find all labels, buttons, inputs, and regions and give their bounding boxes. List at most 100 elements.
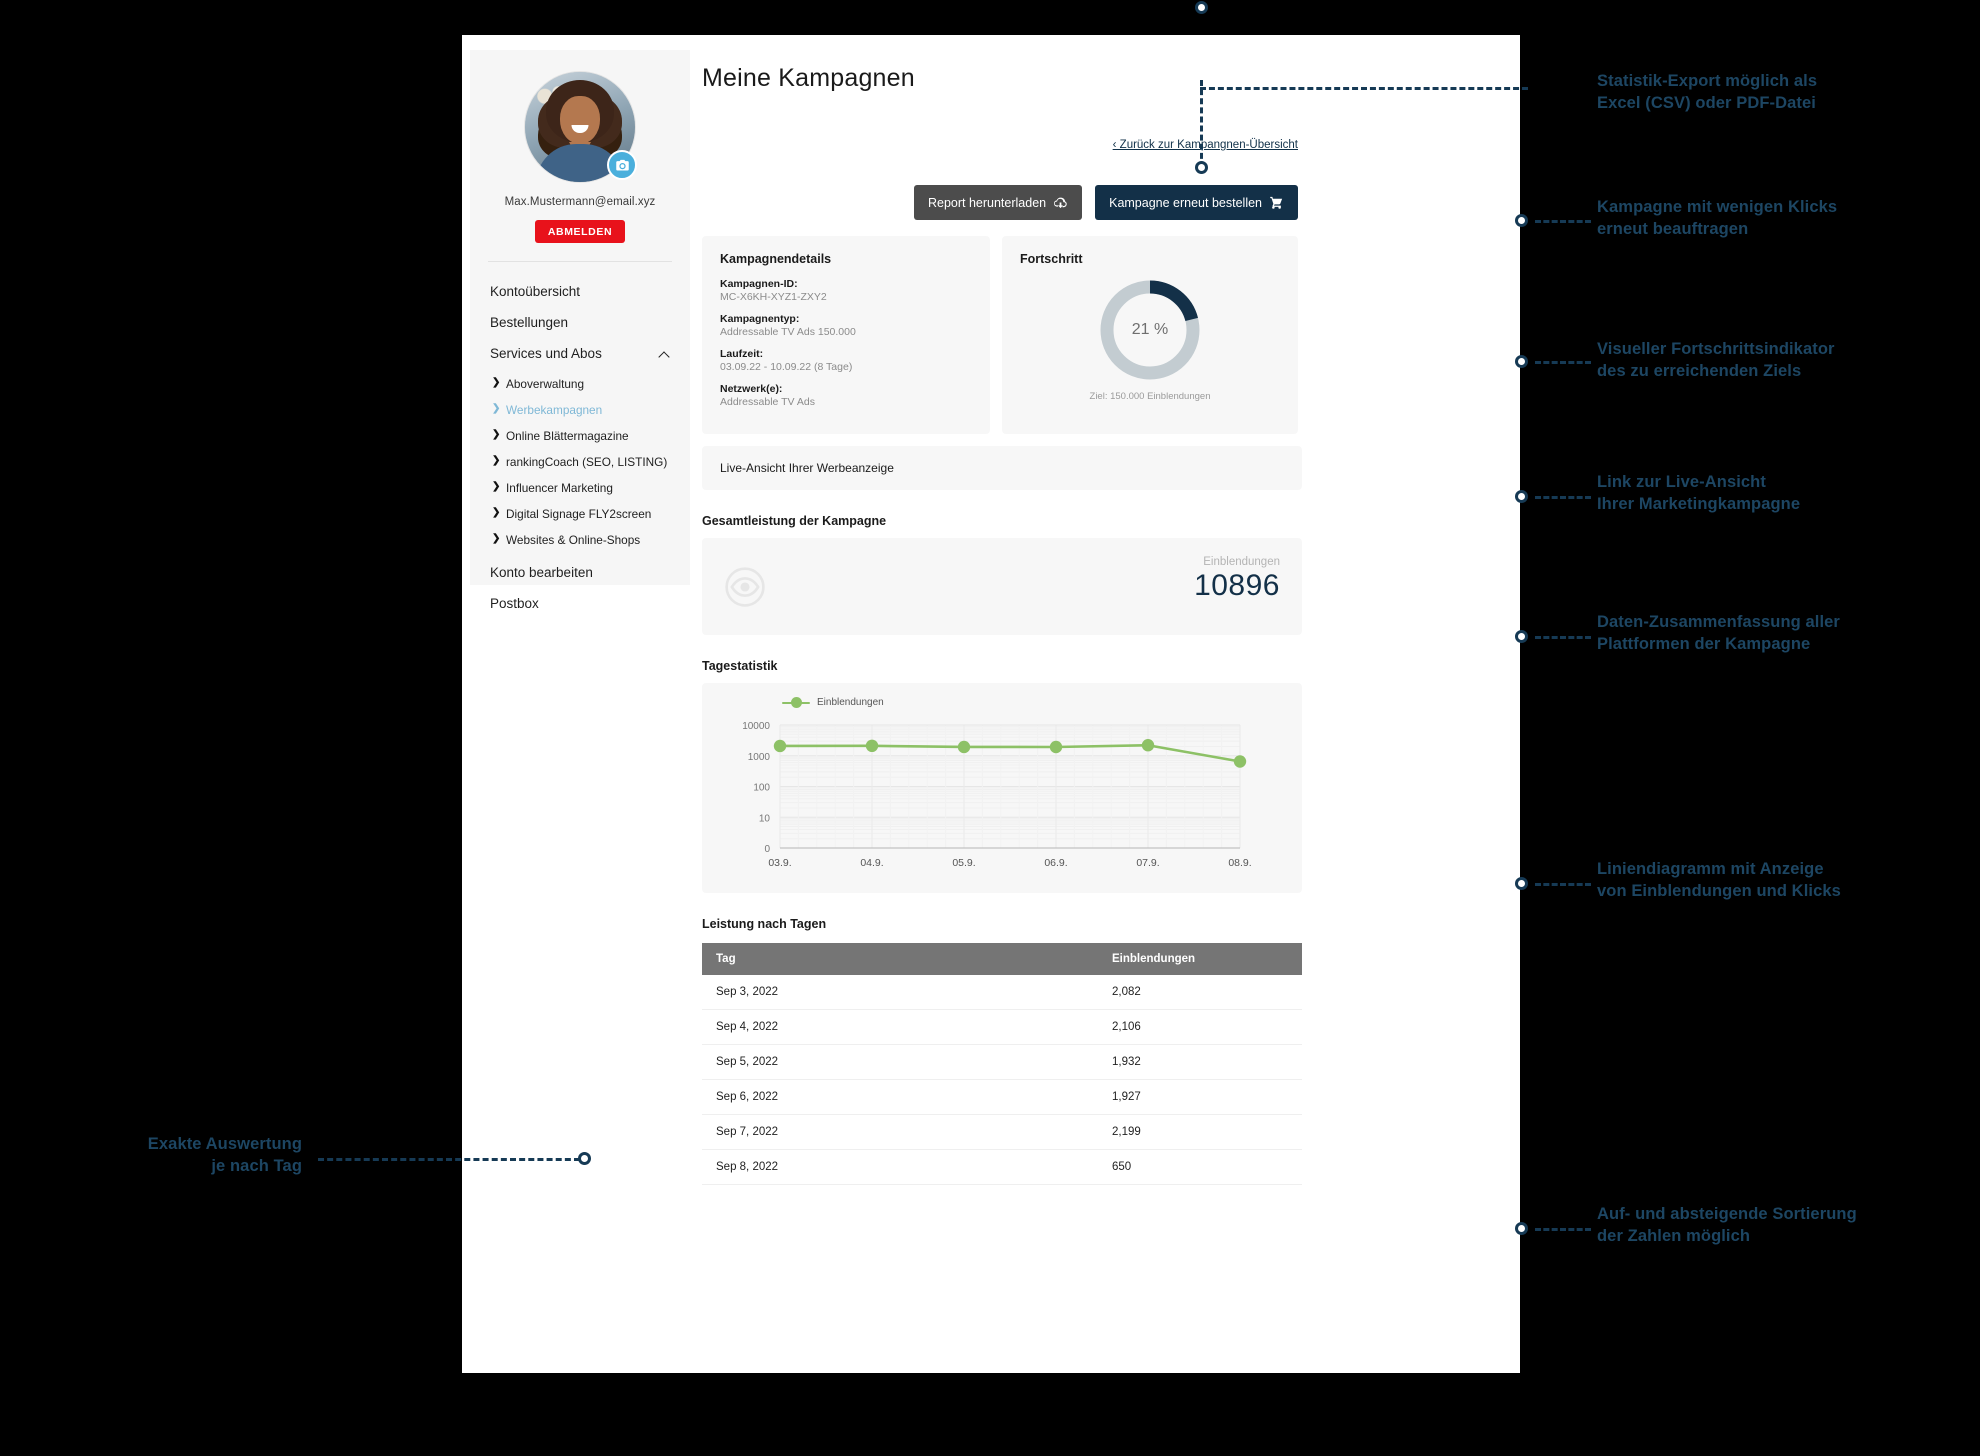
action-button-row: Report herunterladen Kampagne erneut bes… <box>702 185 1302 220</box>
sidebar-subnav: Aboverwaltung Werbekampagnen Online Blät… <box>470 369 690 557</box>
campaign-details-card: Kampagnendetails Kampagnen-ID: MC-X6KH-X… <box>702 236 990 434</box>
annotation-dot-progress <box>1515 355 1528 368</box>
avatar-wrap <box>525 72 637 182</box>
sidebar-subitem-digital-signage[interactable]: Digital Signage FLY2screen <box>470 501 690 527</box>
detail-key: Kampagnentyp: <box>720 313 800 325</box>
data-point[interactable] <box>865 739 879 753</box>
sidebar-subitem-aboverwaltung[interactable]: Aboverwaltung <box>470 371 690 397</box>
y-axis-tick: 1000 <box>748 752 771 763</box>
annotation-dot-export-end <box>1195 161 1208 174</box>
sidebar-item-konto-bearbeiten[interactable]: Konto bearbeiten <box>470 557 690 588</box>
download-report-button[interactable]: Report herunterladen <box>913 185 1083 220</box>
daily-statistics-label: Tagestatistik <box>702 659 778 673</box>
progress-card: Fortschritt 21 % Ziel: 150.000 Einblendu… <box>1002 236 1298 434</box>
progress-donut-wrap: 21 % Ziel: 150.000 Einblendungen <box>1020 278 1280 402</box>
table-row: Sep 5, 2022 1,932 <box>702 1044 1302 1080</box>
data-point[interactable] <box>1233 755 1247 768</box>
column-header-tag[interactable]: Tag <box>702 943 1098 975</box>
cell-day: Sep 4, 2022 <box>702 1009 1098 1045</box>
logout-button[interactable]: ABMELDEN <box>534 220 626 243</box>
annotation-dot-sorting <box>1515 1222 1528 1235</box>
main-content: Meine Kampagnen ‹ Zurück zur Kampangnen-… <box>702 50 1302 1185</box>
detail-key: Netzwerk(e): <box>720 383 783 395</box>
x-axis-tick: 07.9. <box>1136 857 1159 869</box>
x-axis-tick: 04.9. <box>860 857 883 869</box>
detail-value: Addressable TV Ads <box>720 396 815 408</box>
annotation-line-summary <box>1535 636 1591 639</box>
data-point[interactable] <box>957 740 971 754</box>
y-axis-tick: 0 <box>764 844 770 855</box>
annotation-line-export-v <box>1200 80 1203 168</box>
cell-impressions: 2,082 <box>1098 975 1302 1010</box>
daily-statistics-chart: Einblendungen 10000 1000 100 10 0 03.9. 04.9. 0… <box>702 683 1302 893</box>
cell-day: Sep 7, 2022 <box>702 1114 1098 1150</box>
y-axis-tick: 10000 <box>742 721 770 732</box>
live-view-bar[interactable]: Live-Ansicht Ihrer Werbeanzeige <box>702 446 1302 490</box>
x-axis-tick: 03.9. <box>768 857 791 869</box>
cell-day: Sep 3, 2022 <box>702 975 1098 1010</box>
sidebar-subitem-rankingcoach[interactable]: rankingCoach (SEO, LISTING) <box>470 449 690 475</box>
cell-impressions: 2,199 <box>1098 1114 1302 1150</box>
y-axis-tick: 10 <box>759 813 771 824</box>
cell-impressions: 650 <box>1098 1149 1302 1185</box>
sidebar-nav: Kontoübersicht Bestellungen Services und… <box>470 262 690 619</box>
camera-icon[interactable] <box>607 150 637 180</box>
app-page: Max.Mustermann@email.xyz ABMELDEN Kontoü… <box>462 35 1520 1373</box>
campaign-details-title: Kampagnendetails <box>720 252 832 266</box>
annotation-chart: Liniendiagramm mit Anzeige von Einblendu… <box>1597 860 1841 900</box>
annotation-dot-chart <box>1515 877 1528 890</box>
detail-value: 03.09.22 - 10.09.22 (8 Tage) <box>720 361 853 373</box>
annotation-sorting: Auf- und absteigende Sortierung der Zahl… <box>1597 1205 1857 1245</box>
sidebar-item-kontouebersicht[interactable]: Kontoübersicht <box>470 276 690 307</box>
annotation-dot-live <box>1515 490 1528 503</box>
progress-title: Fortschritt <box>1020 252 1083 266</box>
cell-impressions: 1,932 <box>1098 1044 1302 1080</box>
data-point[interactable] <box>773 739 787 753</box>
annotation-line-live <box>1535 496 1591 499</box>
detail-value: Addressable TV Ads 150.000 <box>720 326 856 338</box>
cell-day: Sep 5, 2022 <box>702 1044 1098 1080</box>
table-row: Sep 8, 2022 650 <box>702 1149 1302 1185</box>
overall-performance-box: Einblendungen 10896 <box>702 538 1302 635</box>
sidebar-item-bestellungen[interactable]: Bestellungen <box>470 307 690 338</box>
progress-goal-label: Ziel: 150.000 Einblendungen <box>1089 391 1211 402</box>
annotation-daily: Exakte Auswertung je nach Tag <box>147 1135 302 1175</box>
cards-row: Kampagnendetails Kampagnen-ID: MC-X6KH-X… <box>702 236 1302 434</box>
eye-icon <box>724 566 766 608</box>
annotation-reorder: Kampagne mit wenigen Klicks erneut beauf… <box>1597 198 1838 238</box>
table-row: Sep 4, 2022 2,106 <box>702 1009 1302 1045</box>
summary-metric: Einblendungen 10896 <box>1194 556 1280 603</box>
cell-day: Sep 8, 2022 <box>702 1149 1098 1185</box>
sidebar-subitem-websites-online-shops[interactable]: Websites & Online-Shops <box>470 527 690 553</box>
back-to-overview-link[interactable]: ‹ Zurück zur Kampangnen-Übersicht <box>1113 139 1298 151</box>
sidebar-subitem-online-blaettermagazine[interactable]: Online Blättermagazine <box>470 423 690 449</box>
detail-key: Kampagnen-ID: <box>720 278 798 290</box>
sidebar-subitem-werbekampagnen[interactable]: Werbekampagnen <box>470 397 690 423</box>
column-header-einblendungen[interactable]: Einblendungen <box>1098 943 1302 975</box>
x-axis-tick: 06.9. <box>1044 857 1067 869</box>
sidebar-subitem-influencer-marketing[interactable]: Influencer Marketing <box>470 475 690 501</box>
annotation-dot-summary <box>1515 630 1528 643</box>
sidebar-item-services-und-abos[interactable]: Services und Abos <box>470 338 690 369</box>
data-point[interactable] <box>1141 739 1155 752</box>
performance-table-wrap: Tag Einblendungen Sep 3, 2022 2,082 Sep 4,… <box>702 943 1302 1185</box>
detail-key: Laufzeit: <box>720 348 764 360</box>
annotation-line-export-h <box>1200 87 1528 90</box>
annotation-line-sorting <box>1535 1228 1591 1231</box>
back-link-row: ‹ Zurück zur Kampangnen-Übersicht <box>702 135 1302 153</box>
detail-row-type: Kampagnentyp: Addressable TV Ads 150.000 <box>720 313 972 338</box>
reorder-campaign-label: Kampagne erneut bestellen <box>1109 195 1262 210</box>
download-report-label: Report herunterladen <box>927 195 1047 210</box>
overall-performance-label: Gesamtleistung der Kampagne <box>702 514 887 528</box>
cloud-download-icon <box>1054 197 1067 209</box>
reorder-campaign-button[interactable]: Kampagne erneut bestellen <box>1095 185 1298 220</box>
detail-value: MC-X6KH-XYZ1-ZXY2 <box>720 291 827 303</box>
sidebar-item-postbox[interactable]: Postbox <box>470 588 690 619</box>
shopping-cart-icon <box>1270 196 1283 209</box>
table-body: Sep 3, 2022 2,082 Sep 4, 2022 2,106 Sep 5, 2… <box>702 975 1302 1185</box>
data-point[interactable] <box>1049 740 1063 754</box>
user-email: Max.Mustermann@email.xyz <box>504 196 656 208</box>
cell-day: Sep 6, 2022 <box>702 1079 1098 1115</box>
detail-row-networks: Netzwerk(e): Addressable TV Ads <box>720 383 972 408</box>
progress-percent-label: 21 % <box>1131 321 1169 338</box>
